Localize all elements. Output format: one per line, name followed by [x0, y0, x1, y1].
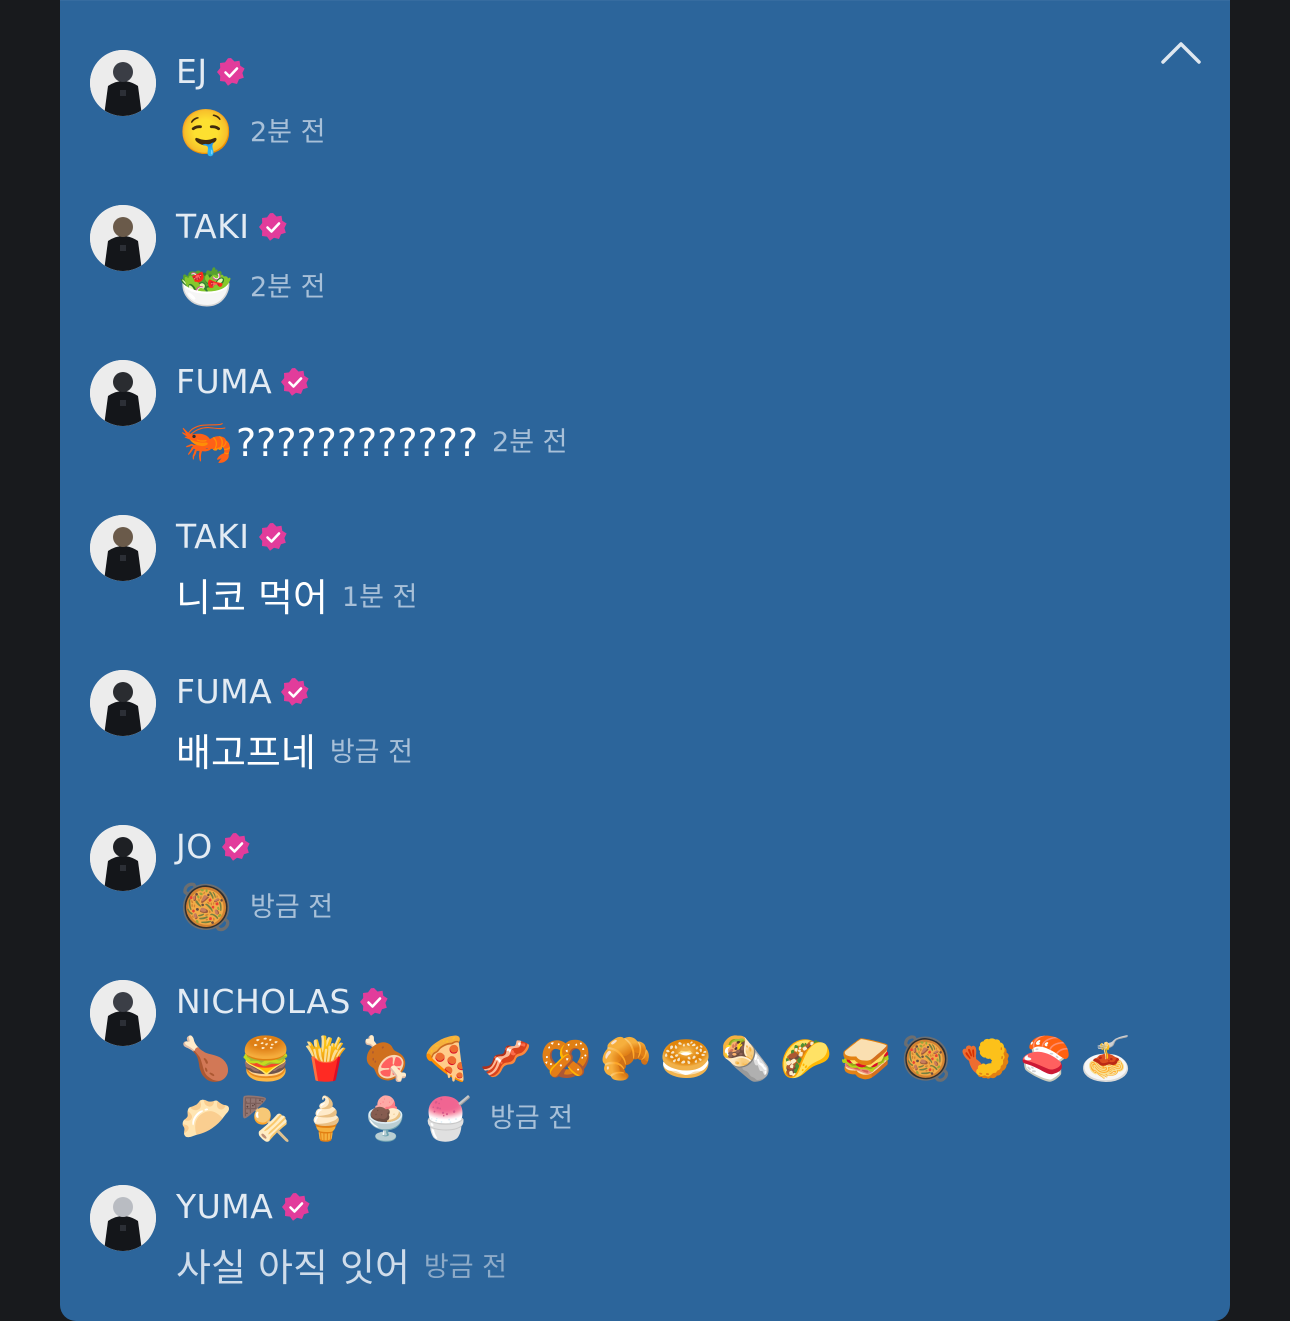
verified-icon [280, 677, 310, 707]
author-row: TAKI [176, 205, 288, 249]
message-text: 배고프네 [176, 731, 316, 775]
message-body: 사실 아직 잇어 방금 전 [176, 1239, 1176, 1297]
food-emoji: 🌯 [719, 1034, 773, 1083]
avatar[interactable] [90, 50, 156, 116]
message-text: 사실 아직 잇어 [176, 1246, 410, 1290]
author-name[interactable]: TAKI [176, 205, 250, 249]
author-row: JO [176, 825, 251, 869]
food-emoji: 🍝 [1079, 1034, 1133, 1083]
author-row: EJ [176, 50, 246, 94]
avatar-image [90, 205, 156, 271]
food-emoji: 🥐 [599, 1034, 653, 1083]
food-emoji: 🍔 [239, 1034, 293, 1083]
message-time: 1분 전 [341, 582, 418, 613]
message-item: TAKI 니코 먹어 1분 전 [90, 515, 1190, 625]
author-row: FUMA [176, 360, 310, 404]
avatar[interactable] [90, 825, 156, 891]
message-item: FUMA 배고프네 방금 전 [90, 670, 1190, 780]
message-body: 🥗 2분 전 [176, 259, 1176, 317]
avatar-image [90, 825, 156, 891]
food-emoji: 🥨 [539, 1034, 593, 1083]
avatar-image [90, 670, 156, 736]
message-time: 방금 전 [423, 1252, 508, 1283]
food-emoji: 🍕 [419, 1034, 473, 1083]
message-text: ???????????? [236, 421, 479, 465]
message-emoji: 🦐 [178, 417, 234, 468]
message-item: YUMA 사실 아직 잇어 방금 전 [90, 1185, 1190, 1305]
avatar-image [90, 360, 156, 426]
food-emoji: 🥟 [179, 1094, 233, 1143]
avatar-image [90, 515, 156, 581]
emoji-grid: 🍗 🍔 🍟 🍖 🍕 🥓 🥨 🥐 🥯 🌯 🌮 🥪 🥘 🍤 🍣 🍝 🥟 🍢 🍦 🍨 … [176, 1030, 1156, 1150]
message-item: FUMA 🦐 ???????????? 2분 전 [90, 360, 1190, 470]
food-emoji: 🍢 [239, 1094, 293, 1143]
food-emoji: 🥯 [659, 1034, 713, 1083]
message-emoji: 🥘 [178, 882, 234, 933]
avatar[interactable] [90, 670, 156, 736]
author-row: NICHOLAS [176, 980, 389, 1024]
message-time: 2분 전 [492, 427, 568, 458]
message-body: 배고프네 방금 전 [176, 724, 1176, 782]
author-name[interactable]: JO [176, 825, 213, 869]
message-emoji: 🤤 [178, 107, 234, 158]
verified-icon [359, 987, 389, 1017]
food-emoji: 🍗 [179, 1034, 233, 1083]
message-item: JO 🥘 방금 전 [90, 825, 1190, 935]
food-emoji: 🥪 [839, 1034, 893, 1083]
food-emoji: 🍣 [1019, 1034, 1073, 1083]
avatar[interactable] [90, 515, 156, 581]
message-item: EJ 🤤 2분 전 [90, 50, 1190, 160]
author-name[interactable]: FUMA [176, 360, 272, 404]
avatar[interactable] [90, 205, 156, 271]
verified-icon [258, 522, 288, 552]
avatar[interactable] [90, 980, 156, 1046]
author-name[interactable]: TAKI [176, 515, 250, 559]
emoji-line: 🥟 🍢 🍦 🍨 🍧 방금 전 [176, 1090, 1156, 1148]
verified-icon [281, 1192, 311, 1222]
food-emoji: 🍖 [359, 1034, 413, 1083]
verified-icon [258, 212, 288, 242]
food-emoji: 🍤 [959, 1034, 1013, 1083]
message-body: 🦐 ???????????? 2분 전 [176, 414, 1176, 472]
verified-icon [280, 367, 310, 397]
message-item: NICHOLAS 🍗 🍔 🍟 🍖 🍕 🥓 🥨 🥐 🥯 🌯 🌮 🥪 🥘 🍤 🍣 🍝… [90, 980, 1190, 1150]
message-item: TAKI 🥗 2분 전 [90, 205, 1190, 315]
message-emoji: 🥗 [178, 262, 234, 313]
avatar-image [90, 50, 156, 116]
food-emoji: 🌮 [779, 1034, 833, 1083]
message-time: 방금 전 [250, 892, 334, 923]
message-time: 2분 전 [250, 117, 326, 148]
verified-icon [221, 832, 251, 862]
food-emoji: 🍨 [359, 1094, 413, 1143]
message-body: 🤤 2분 전 [176, 104, 1176, 162]
avatar-image [90, 980, 156, 1046]
emoji-line: 🍗 🍔 🍟 🍖 🍕 🥓 🥨 🥐 🥯 🌯 🌮 🥪 🥘 🍤 🍣 🍝 [176, 1030, 1156, 1088]
message-time: 2분 전 [250, 272, 326, 303]
message-body: 🥘 방금 전 [176, 879, 1176, 937]
message-time: 방금 전 [490, 1103, 574, 1134]
message-body: 니코 먹어 1분 전 [176, 569, 1176, 627]
message-text: 니코 먹어 [176, 576, 328, 620]
author-name[interactable]: EJ [176, 50, 208, 94]
food-emoji: 🥘 [899, 1034, 953, 1083]
food-emoji: 🍟 [299, 1034, 353, 1083]
author-row: FUMA [176, 670, 310, 714]
food-emoji: 🥓 [479, 1034, 533, 1083]
avatar-image [90, 1185, 156, 1251]
author-row: YUMA [176, 1185, 311, 1229]
author-name[interactable]: FUMA [176, 670, 272, 714]
author-name[interactable]: NICHOLAS [176, 980, 351, 1024]
comment-panel: EJ 🤤 2분 전 TAKI 🥗 2분 전 FUMA 🦐 ???????????… [60, 0, 1230, 1321]
food-emoji: 🍧 [419, 1094, 473, 1143]
author-row: TAKI [176, 515, 288, 559]
panel-top-edge [60, 0, 1230, 1]
message-time: 방금 전 [329, 737, 413, 768]
food-emoji: 🍦 [299, 1094, 353, 1143]
verified-icon [216, 57, 246, 87]
author-name[interactable]: YUMA [176, 1185, 273, 1229]
avatar[interactable] [90, 1185, 156, 1251]
avatar[interactable] [90, 360, 156, 426]
